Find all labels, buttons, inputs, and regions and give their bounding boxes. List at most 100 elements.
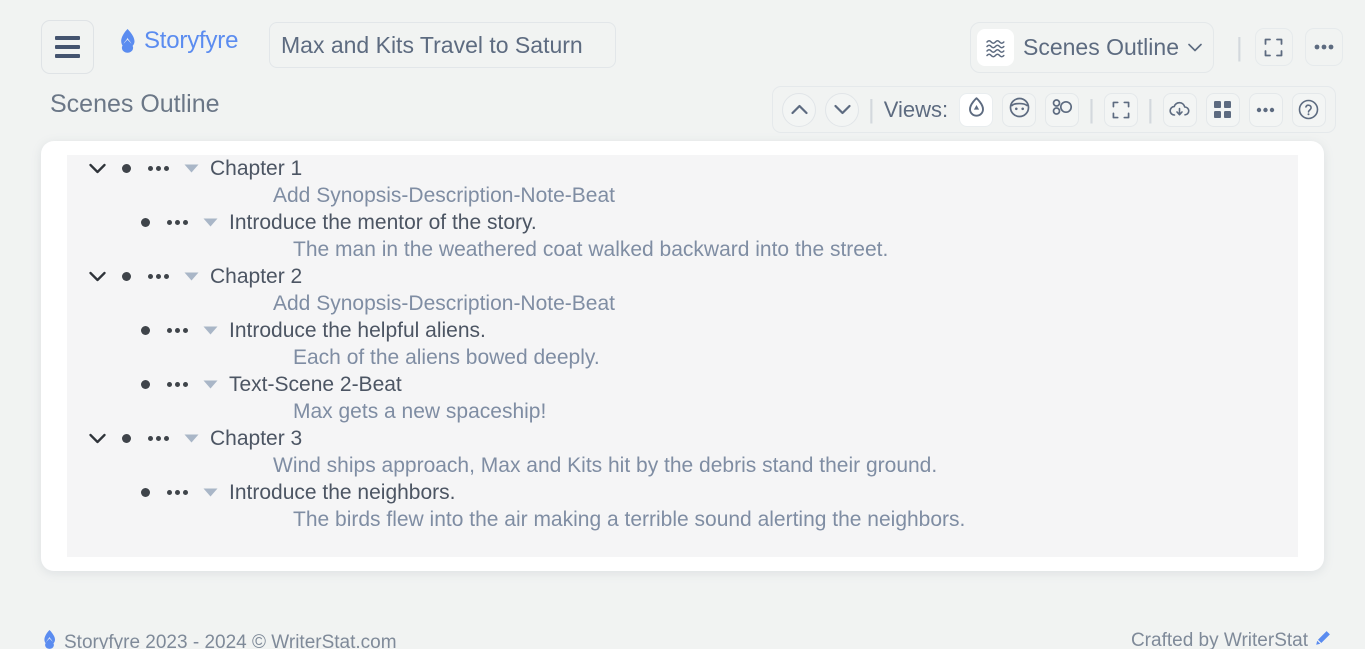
bullet-icon[interactable]: [112, 272, 140, 281]
view-select-dropdown[interactable]: Scenes Outline: [970, 22, 1214, 73]
chevron-down-icon[interactable]: [83, 271, 112, 282]
ellipsis-icon[interactable]: [1249, 93, 1283, 127]
ellipsis-icon[interactable]: [159, 220, 195, 225]
bullet-icon[interactable]: [131, 218, 159, 227]
triangle-down-icon[interactable]: [195, 488, 225, 497]
chapter-beat[interactable]: Add Synopsis-Description-Note-Beat: [67, 182, 1298, 209]
ellipsis-icon[interactable]: [159, 490, 195, 495]
row-icons: [131, 488, 225, 497]
scene-title: Introduce the helpful aliens.: [229, 319, 486, 343]
outline-card: Chapter 1 Add Synopsis-Description-Note-…: [41, 141, 1324, 571]
chapter-block: Chapter 3 Wind ships approach, Max and K…: [67, 425, 1298, 533]
menu-icon[interactable]: [41, 20, 94, 74]
row-icons: [83, 433, 206, 444]
ellipsis-icon[interactable]: [140, 436, 176, 441]
fullscreen-icon[interactable]: [1104, 93, 1138, 127]
flame-icon: [967, 97, 986, 123]
scene-row[interactable]: Text-Scene 2-Beat: [67, 371, 1298, 398]
topbar-right-actions: |: [1236, 28, 1343, 66]
scene-beat[interactable]: Each of the aliens bowed deeply.: [67, 344, 1298, 371]
chapter-beat[interactable]: Wind ships approach, Max and Kits hit by…: [67, 452, 1298, 479]
chapter-block: Chapter 2 Add Synopsis-Description-Note-…: [67, 263, 1298, 425]
separator: |: [868, 94, 875, 125]
views-label: Views:: [884, 97, 948, 123]
triangle-down-icon[interactable]: [176, 272, 206, 281]
chapter-row[interactable]: Chapter 1: [67, 155, 1298, 182]
bullet-icon[interactable]: [131, 488, 159, 497]
footer-copyright: Storyfyre 2023 - 2024 © WriterStat.com: [64, 632, 397, 649]
chapter-title: Chapter 3: [210, 427, 302, 451]
bullet-icon[interactable]: [131, 326, 159, 335]
cluster-icon: [1052, 97, 1073, 122]
scene-row[interactable]: Introduce the helpful aliens.: [67, 317, 1298, 344]
face-view-button[interactable]: [1002, 93, 1036, 127]
bullet-icon[interactable]: [131, 380, 159, 389]
scene-row[interactable]: Introduce the mentor of the story.: [67, 209, 1298, 236]
scene-row[interactable]: Introduce the neighbors.: [67, 479, 1298, 506]
ellipsis-icon[interactable]: [140, 166, 176, 171]
scene-title: Text-Scene 2-Beat: [229, 373, 402, 397]
footer-right: Crafted by WriterStat: [1131, 630, 1331, 649]
chapter-title: Chapter 1: [210, 157, 302, 181]
outline-panel[interactable]: Chapter 1 Add Synopsis-Description-Note-…: [67, 155, 1298, 557]
triangle-down-icon[interactable]: [195, 326, 225, 335]
row-icons: [131, 218, 225, 227]
top-bar: Storyfyre Scenes Outline |: [0, 0, 1365, 82]
pencil-icon[interactable]: [1315, 630, 1331, 649]
scene-beat[interactable]: The birds flew into the air making a ter…: [67, 506, 1298, 533]
scene-beat[interactable]: The man in the weathered coat walked bac…: [67, 236, 1298, 263]
chapter-row[interactable]: Chapter 3: [67, 425, 1298, 452]
ellipsis-icon[interactable]: [140, 274, 176, 279]
chevron-down-icon[interactable]: [825, 93, 859, 127]
chapter-beat[interactable]: Add Synopsis-Description-Note-Beat: [67, 290, 1298, 317]
brand-name: Storyfyre: [144, 27, 238, 55]
fullscreen-icon[interactable]: [1255, 28, 1293, 66]
triangle-down-icon[interactable]: [195, 380, 225, 389]
cloud-download-icon[interactable]: [1163, 93, 1197, 127]
grid-icon[interactable]: [1206, 93, 1240, 127]
cluster-view-button[interactable]: [1045, 93, 1079, 127]
separator: |: [1088, 94, 1095, 125]
footer-left: Storyfyre 2023 - 2024 © WriterStat.com: [42, 630, 397, 649]
footer: Storyfyre 2023 - 2024 © WriterStat.com C…: [0, 630, 1365, 649]
row-icons: [83, 163, 206, 174]
ellipsis-icon[interactable]: [159, 328, 195, 333]
triangle-down-icon[interactable]: [176, 434, 206, 443]
flame-view-button[interactable]: [959, 93, 993, 127]
chevron-down-icon[interactable]: [83, 163, 112, 174]
page-title: Scenes Outline: [50, 90, 220, 119]
chevron-down-icon[interactable]: [83, 433, 112, 444]
bullet-icon[interactable]: [112, 434, 140, 443]
face-circle-icon: [1009, 97, 1030, 123]
ellipsis-icon[interactable]: [159, 382, 195, 387]
chapter-row[interactable]: Chapter 2: [67, 263, 1298, 290]
footer-credit: Crafted by WriterStat: [1131, 630, 1308, 649]
chapter-title: Chapter 2: [210, 265, 302, 289]
views-toolbar: | Views: |: [772, 86, 1336, 133]
triangle-down-icon[interactable]: [176, 164, 206, 173]
flame-icon: [42, 630, 57, 649]
chevron-down-icon: [1188, 39, 1202, 57]
flame-icon: [118, 29, 137, 53]
row-icons: [131, 380, 225, 389]
view-select-label: Scenes Outline: [1023, 34, 1179, 61]
question-circle-icon[interactable]: [1292, 93, 1326, 127]
menu-bar-1: [55, 36, 80, 40]
scene-title: Introduce the mentor of the story.: [229, 211, 537, 235]
ellipsis-icon[interactable]: [1305, 28, 1343, 66]
story-title-input[interactable]: [269, 22, 616, 68]
triangle-down-icon[interactable]: [195, 218, 225, 227]
scene-beat[interactable]: Max gets a new spaceship!: [67, 398, 1298, 425]
separator: |: [1236, 32, 1243, 63]
brand-logo[interactable]: Storyfyre: [118, 27, 238, 55]
chapter-block: Chapter 1 Add Synopsis-Description-Note-…: [67, 155, 1298, 263]
chevron-up-icon[interactable]: [782, 93, 816, 127]
row-icons: [131, 326, 225, 335]
waves-icon: [977, 29, 1014, 66]
separator: |: [1147, 94, 1154, 125]
bullet-icon[interactable]: [112, 164, 140, 173]
row-icons: [83, 271, 206, 282]
menu-bar-3: [55, 54, 80, 58]
menu-bar-2: [55, 45, 80, 49]
scene-title: Introduce the neighbors.: [229, 481, 456, 505]
